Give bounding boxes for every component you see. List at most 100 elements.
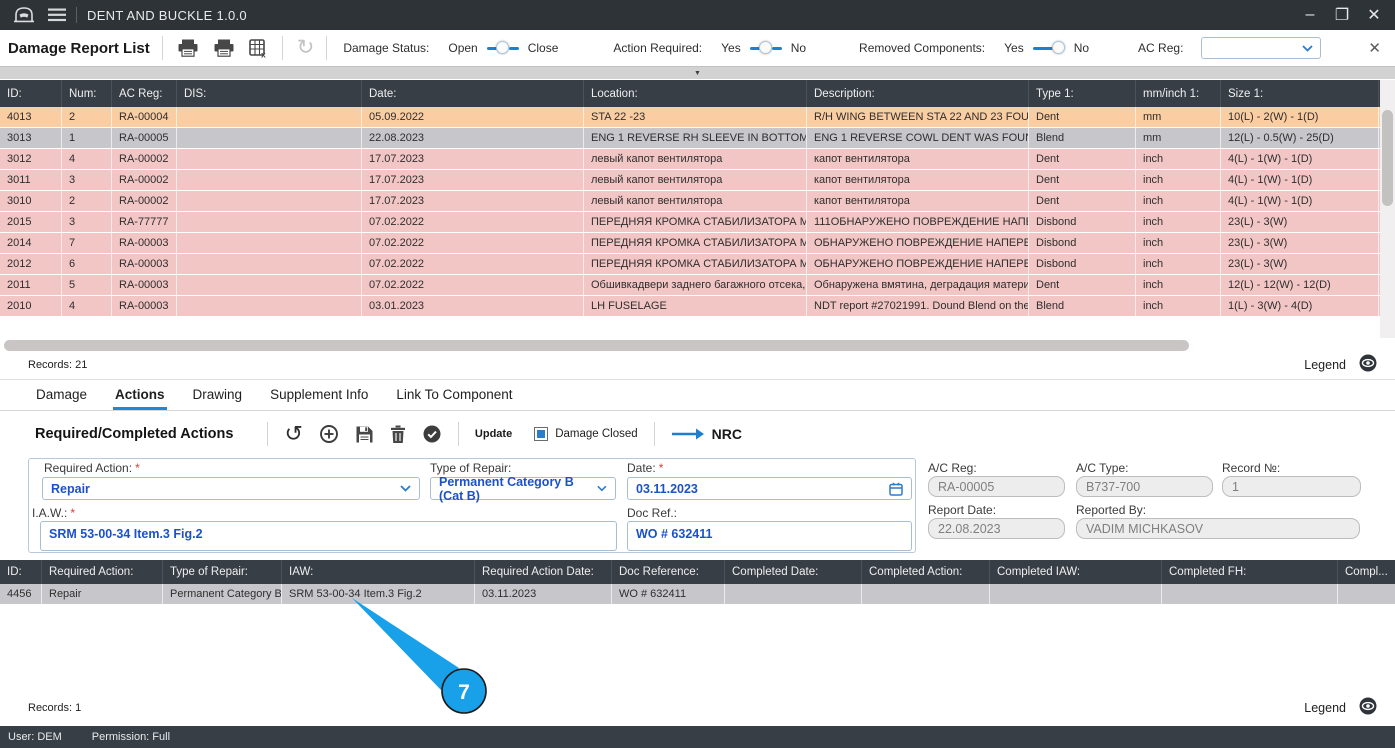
table-row[interactable]: 3013 1 RA-00005 22.08.2023 ENG 1 REVERSE RH … <box>0 128 1380 149</box>
app-title: DENT AND BUCKLE 1.0.0 <box>87 7 247 23</box>
cell: ПЕРЕДНЯЯ КРОМКА СТАБИЛИЗАТОРА МЕЖДУ... <box>584 233 807 253</box>
column-header[interactable]: DIS: <box>177 80 362 107</box>
close-panel-icon[interactable]: ✕ <box>1368 39 1381 57</box>
doc-ref-input[interactable]: WO # 632411 <box>627 521 912 551</box>
column-header[interactable]: Num: <box>62 80 112 107</box>
column-header[interactable]: ID: <box>0 80 62 107</box>
column-header[interactable]: Location: <box>584 80 807 107</box>
update-button[interactable]: Update <box>475 428 512 440</box>
table-row[interactable]: 3012 4 RA-00002 17.07.2023 левый капот венти… <box>0 149 1380 170</box>
action-required-yes-option[interactable]: Yes <box>721 41 741 55</box>
print-button[interactable] <box>177 39 199 57</box>
removed-components-no-option[interactable]: No <box>1074 41 1089 55</box>
removed-components-filter: Removed Components: Yes No <box>859 41 1098 56</box>
column-header[interactable]: Date: <box>362 80 584 107</box>
table-row[interactable]: 3011 3 RA-00002 17.07.2023 левый капот венти… <box>0 170 1380 191</box>
tab-damage[interactable]: Damage <box>34 383 89 410</box>
damage-status-toggle[interactable] <box>486 41 519 56</box>
column-header[interactable]: Type of Repair: <box>163 560 282 584</box>
export-excel-icon[interactable]: x <box>248 38 268 58</box>
cell: ОБНАРУЖЕНО ПОВРЕЖДЕНИЕ НАПЕРЕЖНЕЙ... <box>807 233 1029 253</box>
iaw-label: I.A.W.: * <box>32 506 76 520</box>
column-header[interactable]: Completed FH: <box>1162 560 1338 584</box>
vertical-scrollbar[interactable] <box>1380 80 1395 338</box>
horizontal-scrollbar[interactable] <box>0 339 1395 353</box>
column-header[interactable]: Compl... <box>1338 560 1395 584</box>
column-header[interactable]: ID: <box>0 560 42 584</box>
column-header[interactable]: Description: <box>807 80 1029 107</box>
column-header[interactable]: IAW: <box>282 560 475 584</box>
tab-actions[interactable]: Actions <box>113 383 167 410</box>
column-header[interactable]: Size 1: <box>1221 80 1379 107</box>
legend-label: Legend <box>1304 358 1346 372</box>
nrc-arrow-icon[interactable] <box>671 427 705 441</box>
ac-type-info-field: B737-700 <box>1076 476 1213 497</box>
tab-link-to-component[interactable]: Link To Component <box>394 383 514 410</box>
damage-status-close-option[interactable]: Close <box>528 41 559 55</box>
print-preview-button[interactable] <box>213 39 235 57</box>
nrc-button[interactable]: NRC <box>712 426 742 442</box>
removed-components-toggle[interactable] <box>1032 41 1065 56</box>
column-header[interactable]: AC Reg: <box>112 80 177 107</box>
records-count: Records: 1 <box>28 702 82 714</box>
table-row[interactable]: 2015 3 RA-77777 07.02.2022 ПЕРЕДНЯЯ КРОМКА С… <box>0 212 1380 233</box>
date-input[interactable]: 03.11.2023 <box>627 477 912 500</box>
record-no-info-label: Record №: <box>1222 461 1281 475</box>
cell <box>1162 584 1338 604</box>
refresh-icon[interactable]: ↻ <box>297 37 315 58</box>
iaw-textarea[interactable]: SRM 53-00-34 Item.3 Fig.2 <box>40 521 617 551</box>
menu-icon[interactable] <box>48 8 66 22</box>
main-table-footer: Records: 21 Legend <box>0 354 1395 376</box>
legend-eye-icon[interactable] <box>1359 354 1377 377</box>
minimize-button[interactable]: – <box>1297 4 1323 26</box>
table-row[interactable]: 2010 4 RA-00003 03.01.2023 LH FUSELAGE NDT re… <box>0 296 1380 317</box>
close-window-button[interactable]: ✕ <box>1361 4 1387 26</box>
splitter-bar[interactable]: ▼ <box>0 66 1395 79</box>
cell: 23(L) - 3(W) <box>1221 254 1379 274</box>
save-icon[interactable] <box>355 425 374 444</box>
tab-drawing[interactable]: Drawing <box>191 383 245 410</box>
cell: 6 <box>62 254 112 274</box>
delete-icon[interactable] <box>390 425 406 444</box>
cell: mm <box>1136 107 1221 127</box>
cell: RA-00003 <box>112 296 177 316</box>
table-row[interactable]: 3010 2 RA-00002 17.07.2023 левый капот венти… <box>0 191 1380 212</box>
ac-reg-select[interactable] <box>1201 37 1322 59</box>
action-required-toggle[interactable] <box>749 41 782 56</box>
table-row[interactable]: 4013 2 RA-00004 05.09.2022 STA 22 -23 R/H WIN… <box>0 107 1380 128</box>
table-row[interactable]: 4456RepairPermanent Category B (...SRM 5… <box>0 584 1395 605</box>
removed-components-yes-option[interactable]: Yes <box>1004 41 1024 55</box>
column-header[interactable]: Completed IAW: <box>990 560 1162 584</box>
approve-seal-icon[interactable] <box>422 424 442 444</box>
column-header[interactable]: Required Action: <box>42 560 163 584</box>
undo-icon[interactable]: ↺ <box>284 423 302 445</box>
callout-number: 7 <box>458 681 470 704</box>
column-header[interactable]: Completed Action: <box>862 560 990 584</box>
restore-button[interactable]: ❐ <box>1329 4 1355 26</box>
table-row[interactable]: 2014 7 RA-00003 07.02.2022 ПЕРЕДНЯЯ КРОМКА С… <box>0 233 1380 254</box>
damage-closed-checkbox[interactable] <box>534 427 549 441</box>
calendar-icon <box>889 482 903 496</box>
cell: mm <box>1136 128 1221 148</box>
add-action-icon[interactable] <box>319 424 339 444</box>
column-header[interactable]: Doc Reference: <box>612 560 725 584</box>
required-action-select[interactable]: Repair <box>42 477 420 500</box>
column-header[interactable]: Required Action Date: <box>475 560 612 584</box>
damage-status-open-option[interactable]: Open <box>448 41 477 55</box>
table-row[interactable]: 2011 5 RA-00003 07.02.2022 Обшивкадвери задн… <box>0 275 1380 296</box>
table-row[interactable]: 2012 6 RA-00003 07.02.2022 ПЕРЕДНЯЯ КРОМКА С… <box>0 254 1380 275</box>
horizontal-scrollbar-thumb[interactable] <box>4 340 1189 351</box>
page-title: Damage Report List <box>8 39 150 57</box>
cell <box>725 584 862 604</box>
tab-supplement-info[interactable]: Supplement Info <box>268 383 370 410</box>
vertical-scrollbar-thumb[interactable] <box>1382 110 1393 206</box>
doc-ref-label: Doc Ref.: <box>627 506 678 520</box>
legend-eye-icon[interactable] <box>1359 697 1377 720</box>
type-of-repair-select[interactable]: Permanent Category B (Cat B) <box>430 475 616 503</box>
toolbar: Damage Report List x ↻ Damage Status: Op… <box>0 30 1395 66</box>
action-required-no-option[interactable]: No <box>791 41 806 55</box>
column-header[interactable]: Type 1: <box>1029 80 1136 107</box>
column-header[interactable]: Completed Date: <box>725 560 862 584</box>
ac-type-info-label: A/C Type: <box>1076 461 1129 475</box>
column-header[interactable]: mm/inch 1: <box>1136 80 1221 107</box>
